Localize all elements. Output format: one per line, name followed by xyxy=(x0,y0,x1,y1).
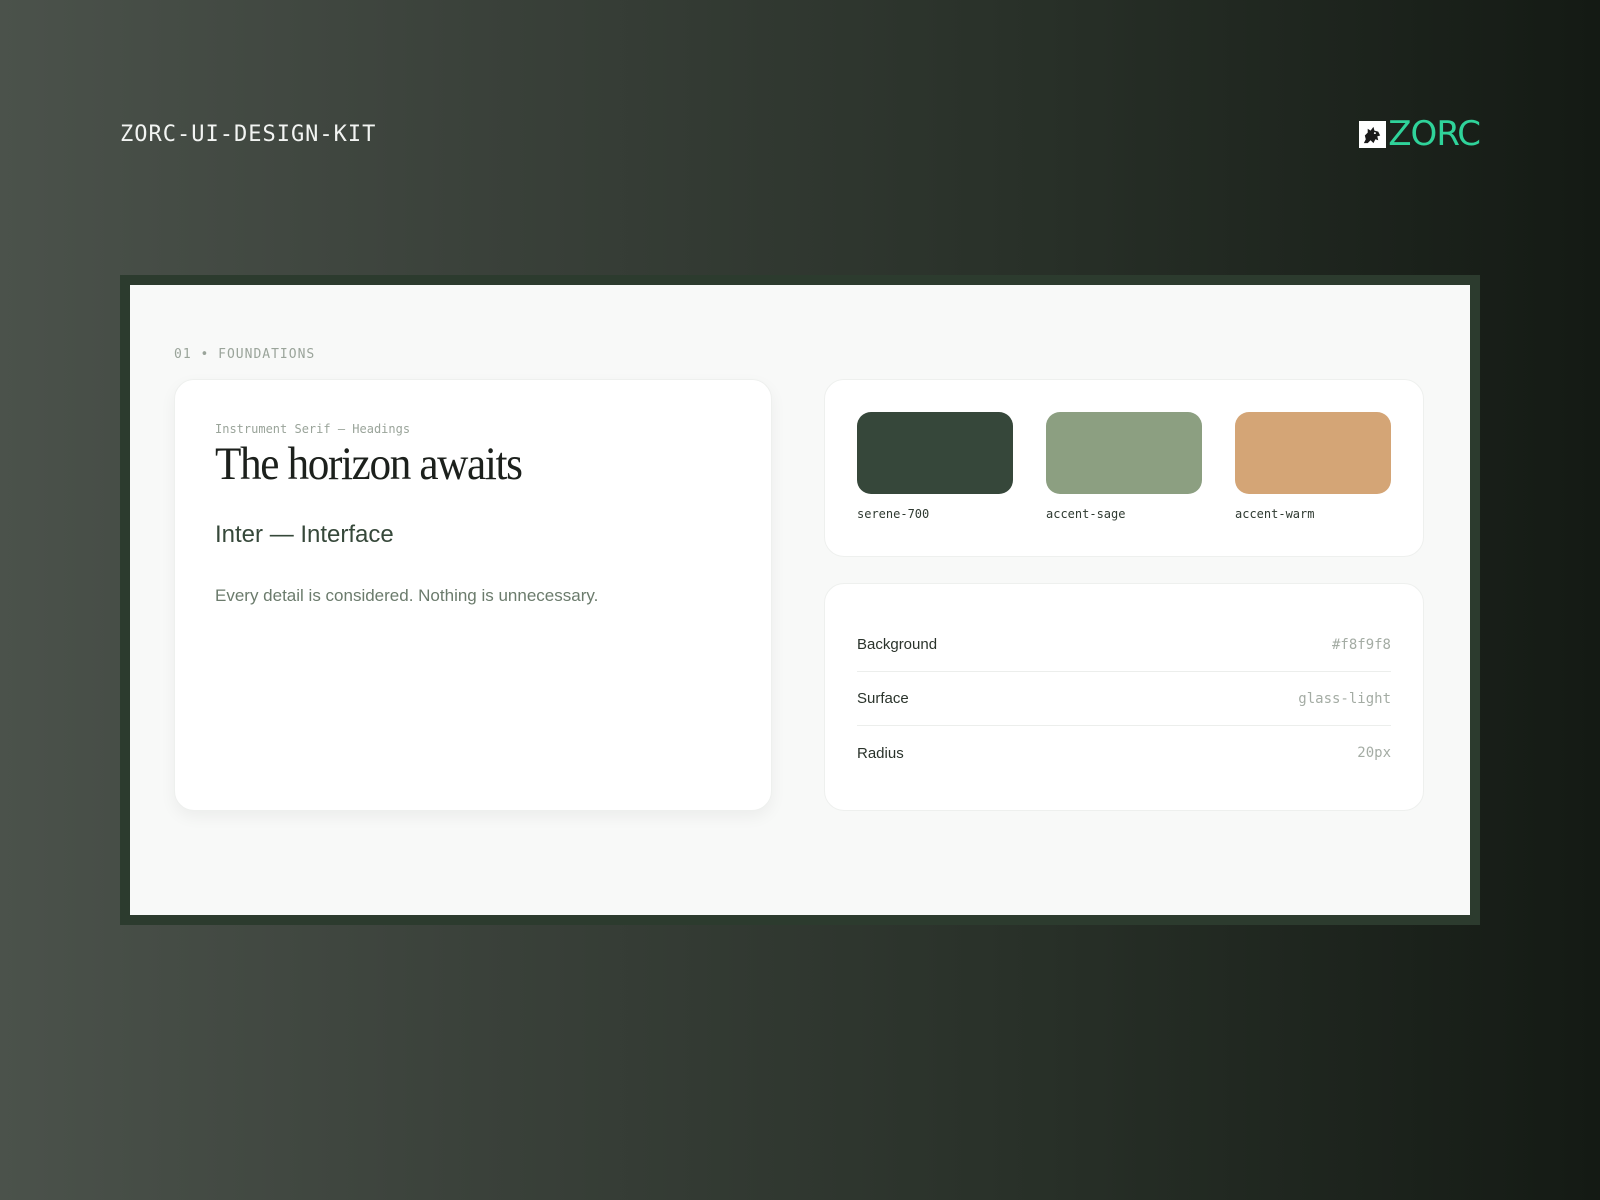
swatch-label: accent-sage xyxy=(1046,507,1126,521)
token-row-surface: Surface glass-light xyxy=(857,672,1391,726)
swatch-accent-sage[interactable] xyxy=(1046,412,1202,494)
token-label: Surface xyxy=(857,690,909,707)
artboard-frame: 01 • FOUNDATIONS Instrument Serif — Head… xyxy=(120,275,1480,925)
brand-name: ZORC xyxy=(1388,114,1481,154)
foundations-board: 01 • FOUNDATIONS Instrument Serif — Head… xyxy=(130,285,1470,915)
heading-sample: The horizon awaits xyxy=(215,438,523,490)
token-value: #f8f9f8 xyxy=(1331,636,1391,653)
section-label: 01 • FOUNDATIONS xyxy=(174,347,316,362)
swatch-label: serene-700 xyxy=(857,507,930,521)
token-row-background: Background #f8f9f8 xyxy=(857,618,1391,672)
wolf-logo-icon xyxy=(1359,120,1387,148)
swatch-label: accent-warm xyxy=(1235,507,1315,521)
heading-font-caption: Instrument Serif — Headings xyxy=(215,422,411,436)
swatch-serene-700[interactable] xyxy=(857,412,1013,494)
page-title: ZORC-UI-DESIGN-KIT xyxy=(120,122,377,147)
token-value: 20px xyxy=(1357,745,1391,761)
body-text-sample: Every detail is considered. Nothing is u… xyxy=(215,586,599,605)
token-row-radius: Radius 20px xyxy=(857,726,1391,780)
design-tokens-card: Background #f8f9f8 Surface glass-light R… xyxy=(824,583,1424,811)
swatch-accent-warm[interactable] xyxy=(1235,412,1391,494)
color-palette-card: serene-700 accent-sage accent-warm xyxy=(824,379,1424,557)
typography-card: Instrument Serif — Headings The horizon … xyxy=(174,379,772,811)
interface-font-sample: Inter — Interface xyxy=(215,521,394,548)
token-value: glass-light xyxy=(1298,690,1391,707)
token-label: Background xyxy=(857,636,938,653)
token-label: Radius xyxy=(857,744,904,762)
brand-logo[interactable]: ZORC xyxy=(1359,114,1481,154)
